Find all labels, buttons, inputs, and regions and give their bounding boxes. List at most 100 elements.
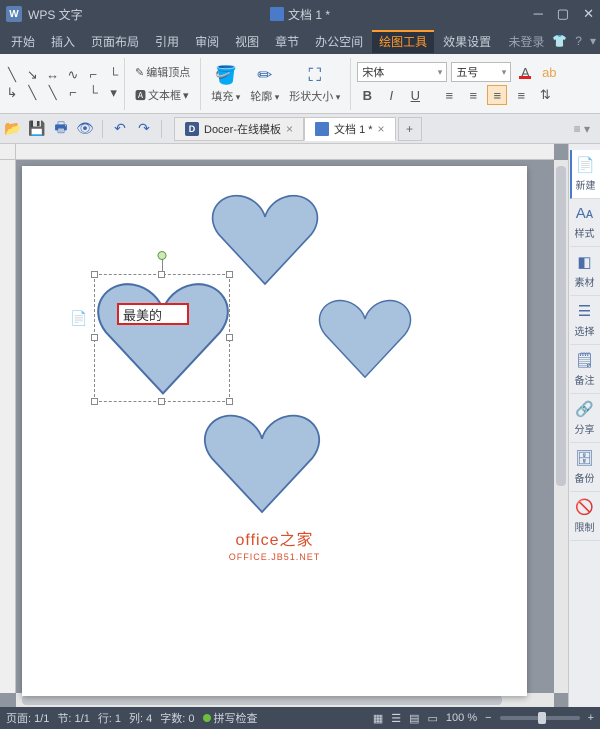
underline-button[interactable]: U: [405, 85, 425, 105]
close-button[interactable]: ✕: [583, 6, 594, 22]
maximize-button[interactable]: ▢: [557, 6, 569, 22]
sidepanel-style[interactable]: Aᴀ样式: [570, 199, 600, 247]
tab-close-icon[interactable]: ×: [378, 122, 385, 136]
shape-double-arrow-icon[interactable]: ↔: [45, 67, 61, 83]
heart-shape-selected[interactable]: [95, 275, 231, 403]
workspace: 最美的 📄 office之家 OFFICE.JB51.NET 📄新建 Aᴀ样式 …: [0, 144, 600, 707]
tab-close-icon[interactable]: ×: [286, 122, 293, 136]
menu-view[interactable]: 视图: [228, 30, 266, 53]
highlight-button[interactable]: ab: [539, 62, 559, 82]
ruler-horizontal[interactable]: [16, 144, 554, 160]
line-spacing-button[interactable]: ⇅: [535, 85, 555, 105]
shape-elbow-icon[interactable]: └: [106, 67, 122, 83]
shape-connector-icon[interactable]: ⌐: [85, 67, 101, 83]
shape-curve-icon[interactable]: ∿: [65, 67, 81, 83]
sidepanel-backup[interactable]: 🗄备份: [570, 443, 600, 492]
status-line[interactable]: 行: 1: [98, 710, 121, 726]
print-preview-button[interactable]: 👁: [76, 120, 94, 138]
status-spellcheck[interactable]: 拼写检查: [203, 710, 258, 726]
scroll-thumb[interactable]: [22, 695, 502, 705]
shape-connector2-icon[interactable]: ↳: [4, 85, 20, 101]
sidepanel-share[interactable]: 🔗分享: [570, 394, 600, 443]
tab-overflow-button[interactable]: ≡ ▾: [568, 122, 596, 136]
shape-elbow2-icon[interactable]: ⌐: [65, 85, 81, 101]
selection-frame[interactable]: 最美的: [94, 274, 230, 402]
shape-line-icon[interactable]: ╲: [4, 67, 20, 83]
tab-document-1[interactable]: 文档 1 * ×: [304, 117, 396, 141]
zoom-level[interactable]: 100 %: [446, 712, 477, 724]
ruler-vertical[interactable]: [0, 160, 16, 693]
fill-button[interactable]: 🪣填充: [207, 62, 244, 106]
scrollbar-vertical[interactable]: [554, 160, 568, 693]
scroll-thumb[interactable]: [556, 166, 566, 486]
sidepanel-select[interactable]: ☰选择: [570, 296, 600, 345]
menu-reference[interactable]: 引用: [148, 30, 186, 53]
app-name: WPS 文字: [28, 6, 83, 23]
menu-section[interactable]: 章节: [268, 30, 306, 53]
minimize-button[interactable]: ─: [534, 6, 543, 22]
menu-caret-icon[interactable]: ▾: [590, 34, 596, 48]
align-justify-button[interactable]: ≡: [487, 85, 507, 105]
font-color-button[interactable]: A: [515, 62, 535, 82]
view-outline-button[interactable]: ☰: [391, 712, 401, 725]
zoom-out-button[interactable]: −: [485, 712, 491, 724]
align-center-button[interactable]: ≡: [463, 85, 483, 105]
new-tab-button[interactable]: +: [398, 117, 422, 141]
bold-button[interactable]: B: [357, 85, 377, 105]
shape-line3-icon[interactable]: ╲: [45, 85, 61, 101]
login-link[interactable]: 未登录: [508, 33, 544, 50]
view-print-layout-button[interactable]: ▦: [373, 712, 383, 725]
tab-docer-template[interactable]: D Docer-在线模板 ×: [174, 117, 304, 141]
align-left-button[interactable]: ≡: [439, 85, 459, 105]
shape-picker[interactable]: ╲ ↘ ↔ ∿ ⌐ └ ↳ ╲ ╲ ⌐ └ ▾: [4, 67, 124, 101]
skin-icon[interactable]: 👕: [552, 34, 567, 48]
menu-office-space[interactable]: 办公空间: [308, 30, 370, 53]
print-button[interactable]: 🖶: [52, 120, 70, 138]
ribbon: ╲ ↘ ↔ ∿ ⌐ └ ↳ ╲ ╲ ⌐ └ ▾ ✎ 编辑顶点 🅰 文本框 ▾ 🪣…: [0, 54, 600, 114]
font-size-select[interactable]: 五号▾: [451, 62, 511, 82]
redo-button[interactable]: ↷: [135, 120, 153, 138]
view-web-button[interactable]: ▤: [409, 712, 419, 725]
menu-review[interactable]: 审阅: [188, 30, 226, 53]
zoom-slider[interactable]: [500, 716, 580, 720]
status-page[interactable]: 页面: 1/1: [6, 710, 49, 726]
shape-more-icon[interactable]: ▾: [106, 85, 122, 101]
status-char-count[interactable]: 字数: 0: [160, 710, 194, 726]
view-read-button[interactable]: ▭: [428, 712, 438, 725]
sidepanel-material[interactable]: ◧素材: [570, 247, 600, 296]
sidepanel-new[interactable]: 📄新建: [570, 150, 600, 199]
status-column[interactable]: 列: 4: [129, 710, 152, 726]
menu-drawing-tools[interactable]: 绘图工具: [372, 30, 434, 53]
textbox-button[interactable]: 🅰 文本框 ▾: [131, 85, 194, 105]
undo-button[interactable]: ↶: [111, 120, 129, 138]
font-name-select[interactable]: 宋体▾: [357, 62, 447, 82]
document-page[interactable]: 最美的 📄 office之家 OFFICE.JB51.NET: [22, 166, 527, 696]
select-icon: ☰: [578, 302, 591, 320]
open-button[interactable]: 📂: [4, 120, 22, 138]
help-icon[interactable]: ?: [575, 34, 582, 48]
align-distribute-button[interactable]: ≡: [511, 85, 531, 105]
shape-line2-icon[interactable]: ╲: [24, 85, 40, 101]
zoom-in-button[interactable]: +: [588, 712, 594, 724]
sidepanel-restrict[interactable]: 🚫限制: [570, 492, 600, 541]
shape-text-input[interactable]: 最美的: [117, 303, 189, 325]
heart-shape[interactable]: [202, 410, 322, 518]
outline-button[interactable]: ✏轮廓: [246, 62, 283, 106]
heart-shape[interactable]: [317, 296, 413, 382]
sidepanel-notes[interactable]: 🗒备注: [570, 345, 600, 394]
edit-vertices-button[interactable]: ✎ 编辑顶点: [131, 62, 194, 82]
menu-page-layout[interactable]: 页面布局: [84, 30, 146, 53]
status-section[interactable]: 节: 1/1: [57, 710, 89, 726]
menu-start[interactable]: 开始: [4, 30, 42, 53]
rotation-handle[interactable]: [158, 251, 167, 260]
statusbar: 页面: 1/1 节: 1/1 行: 1 列: 4 字数: 0 拼写检查 ▦ ☰ …: [0, 707, 600, 729]
margin-mark-icon: [132, 252, 144, 264]
menu-insert[interactable]: 插入: [44, 30, 82, 53]
zoom-thumb[interactable]: [538, 712, 546, 724]
shape-arrow-icon[interactable]: ↘: [24, 67, 40, 83]
save-button[interactable]: 💾: [28, 120, 46, 138]
italic-button[interactable]: I: [381, 85, 401, 105]
shape-size-button[interactable]: ⛶形状大小: [285, 62, 344, 106]
menu-effect-settings[interactable]: 效果设置: [436, 30, 498, 53]
shape-elbow3-icon[interactable]: └: [85, 85, 101, 101]
